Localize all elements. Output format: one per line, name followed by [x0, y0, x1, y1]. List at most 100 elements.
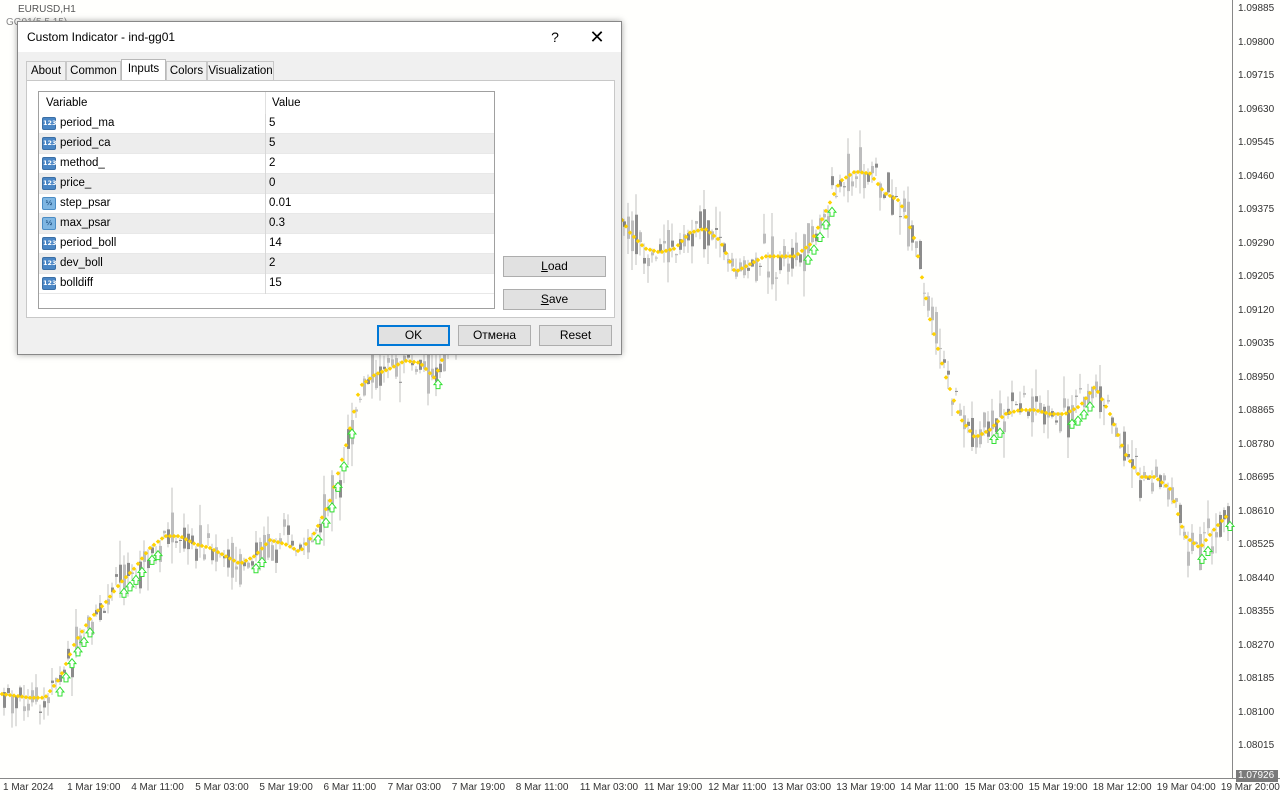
time-tick-label: 5 Mar 03:00: [195, 782, 249, 793]
variable-value[interactable]: 2: [269, 157, 275, 169]
table-row[interactable]: ½ max_psar 0.3: [39, 214, 494, 234]
candle-body: [871, 165, 874, 174]
candle-body: [195, 548, 198, 561]
candle-body: [1107, 399, 1110, 402]
int-type-icon: 123: [42, 117, 57, 130]
candle-body: [47, 697, 50, 704]
table-row[interactable]: 123 price_ 0: [39, 174, 494, 194]
variable-value[interactable]: 2: [269, 257, 275, 269]
candle-body: [1011, 392, 1014, 402]
dialog-titlebar[interactable]: Custom Indicator - ind-gg01 ? ✕: [18, 22, 621, 52]
candle-body: [919, 240, 922, 270]
candle-body: [791, 247, 794, 269]
time-tick-label: 13 Mar 03:00: [772, 782, 832, 793]
candle-body: [395, 358, 398, 377]
candle-body: [943, 359, 946, 363]
column-header-value[interactable]: Value: [272, 97, 301, 109]
candle-body: [807, 223, 810, 254]
candle-body: [163, 530, 166, 534]
variable-value[interactable]: 0: [269, 177, 275, 189]
candle-body: [795, 242, 798, 261]
candle-body: [947, 370, 950, 375]
candle-body: [1063, 398, 1066, 408]
candle-body: [663, 241, 666, 244]
variable-value[interactable]: 0.01: [269, 197, 291, 209]
candle-body: [971, 417, 974, 447]
candle-body: [239, 554, 242, 585]
candle-body: [779, 256, 782, 271]
price-tick-label: 1.08865: [1238, 405, 1275, 416]
cancel-button[interactable]: Отмена: [458, 325, 531, 346]
candle-body: [715, 227, 718, 230]
candle-body: [1095, 381, 1098, 391]
candle-body: [655, 257, 658, 259]
candle-body: [887, 172, 890, 193]
load-button[interactable]: Load: [503, 256, 606, 277]
candle-body: [855, 176, 858, 180]
variable-value[interactable]: 14: [269, 237, 282, 249]
save-button[interactable]: Save: [503, 289, 606, 310]
tab-about[interactable]: About: [26, 61, 66, 80]
ok-button[interactable]: OK: [377, 325, 450, 346]
table-row[interactable]: 123 period_ma 5: [39, 114, 494, 134]
time-tick-label: 8 Mar 11:00: [515, 782, 569, 793]
price-tick-label: 1.09800: [1238, 36, 1275, 48]
variable-value[interactable]: 0.3: [269, 217, 285, 229]
help-icon[interactable]: ?: [545, 27, 565, 47]
table-row[interactable]: 123 period_ca 5: [39, 134, 494, 154]
candle-body: [811, 226, 814, 243]
candle-body: [1199, 534, 1202, 571]
candle-body: [787, 263, 790, 272]
variable-value[interactable]: 5: [269, 117, 275, 129]
candle-body: [27, 703, 30, 711]
grid-header: Variable Value: [39, 92, 494, 114]
price-tick-label: 1.09460: [1238, 170, 1275, 182]
candle-body: [1015, 404, 1018, 406]
table-row[interactable]: 123 dev_boll 2: [39, 254, 494, 274]
close-icon[interactable]: ✕: [584, 26, 610, 48]
table-row[interactable]: 123 period_boll 14: [39, 234, 494, 254]
price-tick-label: 1.09715: [1238, 70, 1275, 81]
candle-body: [275, 549, 278, 563]
time-tick-label: 7 Mar 19:00: [451, 782, 506, 793]
candle-body: [859, 147, 862, 172]
candle-body: [695, 221, 698, 224]
int-type-icon: 123: [42, 257, 57, 270]
candle-body: [267, 533, 270, 558]
candle-body: [235, 566, 238, 570]
variable-name: period_ma: [60, 117, 115, 129]
variable-value[interactable]: 15: [269, 277, 282, 289]
tab-common[interactable]: Common: [66, 61, 121, 80]
int-type-icon: 123: [42, 277, 57, 290]
reset-button[interactable]: Reset: [539, 325, 612, 346]
chart-symbol: EURUSD,H1: [18, 4, 76, 15]
price-tick-label: 1.08525: [1238, 539, 1275, 550]
table-row[interactable]: 123 method_ 2: [39, 154, 494, 174]
variable-name: dev_boll: [60, 257, 103, 269]
variable-name: period_ca: [60, 137, 111, 149]
tab-colors[interactable]: Colors: [166, 61, 207, 80]
table-row[interactable]: ½ step_psar 0.01: [39, 194, 494, 214]
price-tick-label: 1.08185: [1238, 673, 1275, 684]
int-type-icon: 123: [42, 237, 57, 250]
candle-body: [415, 369, 418, 372]
custom-indicator-dialog: Custom Indicator - ind-gg01 ? ✕ About Co…: [17, 21, 622, 355]
table-row[interactable]: 123 bolldiff 15: [39, 274, 494, 294]
candle-body: [763, 233, 766, 244]
candle-body: [899, 216, 902, 218]
candle-body: [643, 257, 646, 264]
column-header-variable[interactable]: Variable: [46, 97, 87, 109]
candle-body: [915, 241, 918, 248]
variable-value[interactable]: 5: [269, 137, 275, 149]
variable-name: period_boll: [60, 237, 117, 249]
price-tick-label: 1.09375: [1238, 204, 1275, 215]
candle-body: [823, 214, 826, 218]
tab-visualization[interactable]: Visualization: [207, 61, 274, 80]
candle-body: [247, 562, 250, 568]
double-type-icon: ½: [42, 197, 56, 210]
price-tick-label: 1.08950: [1238, 371, 1275, 383]
candle-body: [895, 195, 898, 197]
variable-name: price_: [60, 177, 92, 189]
tab-inputs[interactable]: Inputs: [121, 59, 166, 81]
price-tick-label: 1.09205: [1238, 271, 1275, 282]
